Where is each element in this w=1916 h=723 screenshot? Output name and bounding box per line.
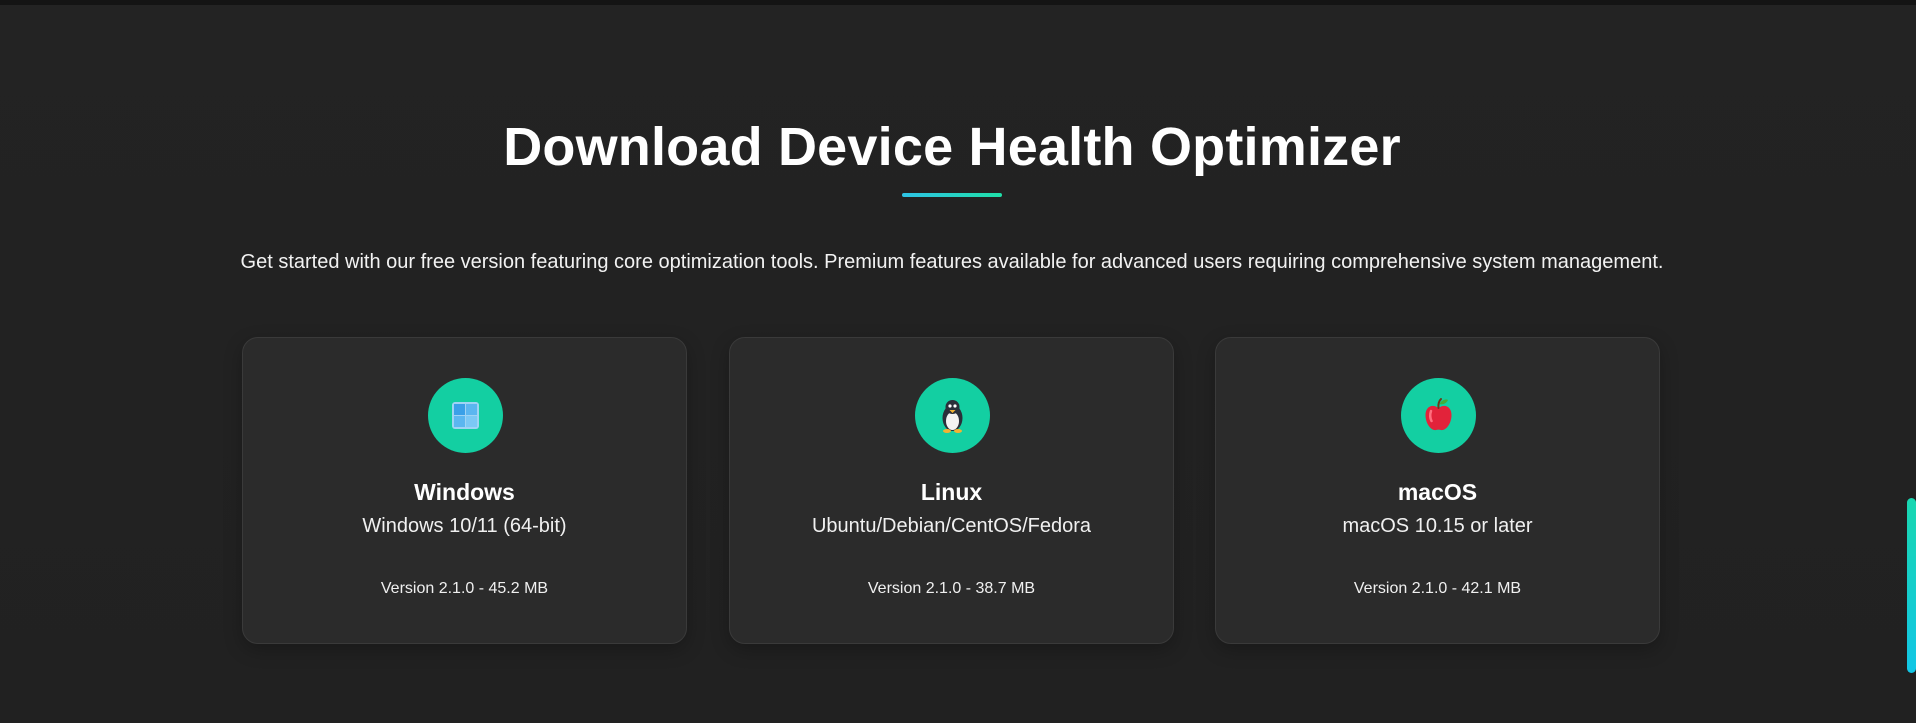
page-scrollbar-thumb[interactable] bbox=[1907, 498, 1916, 673]
title-accent-underline bbox=[902, 193, 1002, 197]
download-card-linux[interactable]: Linux Ubuntu/Debian/CentOS/Fedora Versio… bbox=[729, 337, 1174, 644]
os-name: Linux bbox=[920, 479, 983, 505]
os-requirements: Ubuntu/Debian/CentOS/Fedora bbox=[811, 515, 1092, 537]
download-page: Download Device Health Optimizer Get sta… bbox=[0, 0, 1916, 723]
linux-penguin-icon bbox=[915, 378, 990, 453]
top-edge-strip bbox=[0, 0, 1916, 5]
download-card-macos[interactable]: macOS macOS 10.15 or later Version 2.1.0… bbox=[1215, 337, 1660, 644]
section-subtitle: Get started with our free version featur… bbox=[240, 251, 1664, 273]
version-info: Version 2.1.0 - 45.2 MB bbox=[380, 580, 549, 597]
version-info: Version 2.1.0 - 42.1 MB bbox=[1353, 580, 1522, 597]
os-name: Windows bbox=[414, 479, 515, 505]
version-info: Version 2.1.0 - 38.7 MB bbox=[867, 580, 1036, 597]
download-card-windows[interactable]: Windows Windows 10/11 (64-bit) Version 2… bbox=[242, 337, 687, 644]
section-title: Download Device Health Optimizer bbox=[503, 117, 1401, 177]
os-requirements: Windows 10/11 (64-bit) bbox=[362, 515, 567, 537]
os-requirements: macOS 10.15 or later bbox=[1342, 515, 1533, 537]
apple-icon bbox=[1401, 378, 1476, 453]
windows-logo-icon bbox=[428, 378, 503, 453]
os-name: macOS bbox=[1397, 479, 1478, 505]
